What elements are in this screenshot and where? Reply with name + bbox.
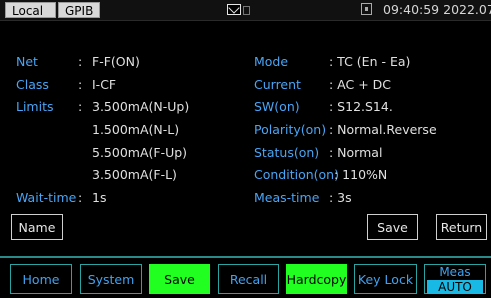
param-value: : AC + DC [329, 77, 392, 92]
name-button[interactable]: Name [11, 214, 63, 240]
local-indicator: Local [5, 2, 56, 18]
softkey-system[interactable]: System [80, 264, 142, 294]
param-label: Limits [16, 99, 54, 114]
param-value: : S12.S14. [329, 99, 393, 114]
gpib-indicator: GPIB [58, 2, 100, 18]
param-label: Polarity(on) [254, 122, 327, 137]
param-label: Condition(on) [254, 167, 339, 182]
param-label: Mode [254, 54, 289, 69]
lock-status-icon [361, 3, 372, 15]
param-colon: : [78, 54, 83, 69]
status-bar: Local GPIB 09:40:59 2022.07.21 [0, 0, 491, 21]
param-value: 3.500mA(F-L) [92, 167, 177, 182]
param-value: I-CF [92, 77, 117, 92]
param-value: : TC (En - Ea) [329, 54, 411, 69]
softkey-key-lock[interactable]: Key Lock [354, 264, 417, 294]
save-button[interactable]: Save [367, 214, 418, 240]
param-label: Class [16, 77, 49, 92]
param-value: : 3s [329, 190, 352, 205]
softkey-save[interactable]: Save [149, 264, 210, 294]
softkey-hardcopy[interactable]: Hardcopy [286, 264, 347, 294]
param-value: : Normal.Reverse [329, 122, 437, 137]
meas-mode-badge: AUTO [427, 280, 483, 294]
param-value: 1s [92, 190, 107, 205]
softkey-meas[interactable]: Meas AUTO [424, 264, 486, 294]
param-label: SW(on) [254, 99, 300, 114]
param-colon: : [78, 190, 83, 205]
param-label: Meas-time [254, 190, 320, 205]
param-value: : Normal [329, 145, 383, 160]
param-value: F-F(ON) [92, 54, 140, 69]
param-colon: : [78, 77, 83, 92]
param-value: 3.500mA(N-Up) [92, 99, 190, 114]
softkey-recall[interactable]: Recall [218, 264, 279, 294]
param-label: Current [254, 77, 301, 92]
return-button[interactable]: Return [436, 214, 487, 240]
param-value: 5.500mA(F-Up) [92, 145, 188, 160]
clock-readout: 09:40:59 2022.07.21 [383, 2, 491, 17]
mail-icon [227, 4, 241, 15]
param-label: Wait-time [16, 190, 77, 205]
softkey-home[interactable]: Home [10, 264, 72, 294]
param-colon: : [78, 99, 83, 114]
usb-icon [243, 6, 250, 15]
param-label: Status(on) [254, 145, 320, 160]
param-value: 1.500mA(N-L) [92, 122, 180, 137]
meas-title: Meas [439, 265, 471, 279]
param-value: : 110%N [334, 167, 388, 182]
param-label: Net [16, 54, 38, 69]
